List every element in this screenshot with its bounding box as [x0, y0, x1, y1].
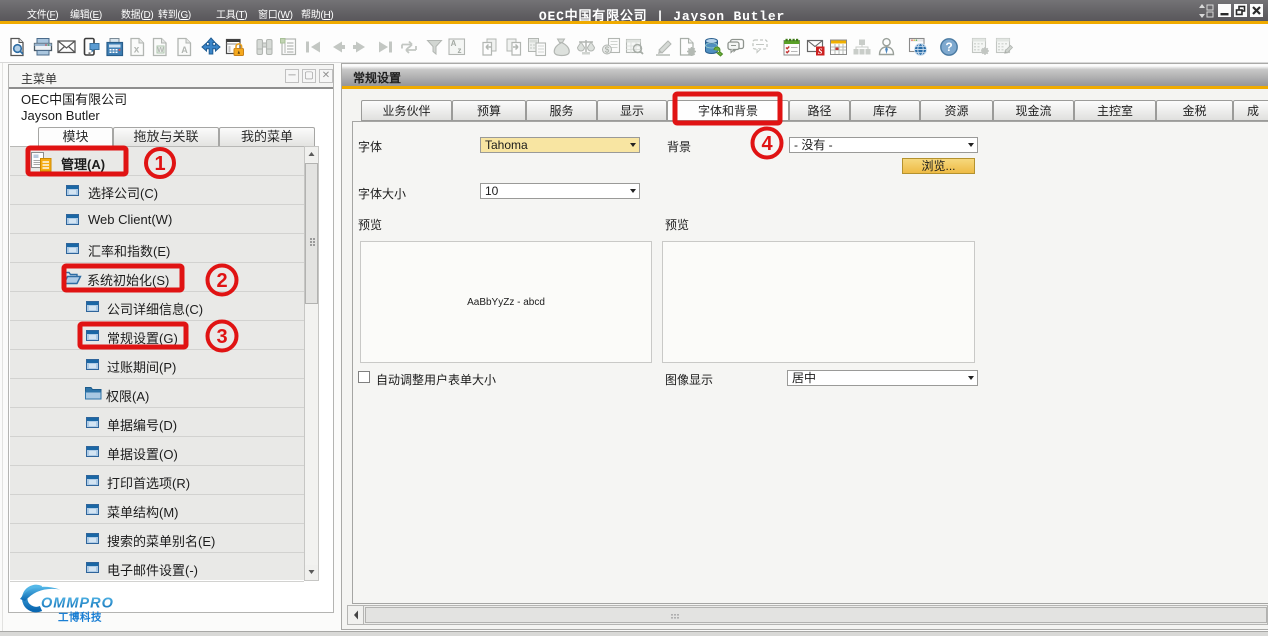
svg-text:A: A — [451, 39, 457, 48]
svg-text:工博科技: 工博科技 — [58, 611, 102, 624]
svg-text:$: $ — [605, 46, 610, 55]
svg-text:S: S — [818, 47, 823, 56]
svg-text:?: ? — [945, 40, 952, 54]
svg-text:x: x — [134, 45, 140, 56]
svg-text:OMMPRO: OMMPRO — [41, 596, 114, 612]
svg-text:W: W — [157, 47, 164, 54]
svg-text:A: A — [181, 45, 188, 55]
svg-text:z: z — [458, 46, 462, 55]
